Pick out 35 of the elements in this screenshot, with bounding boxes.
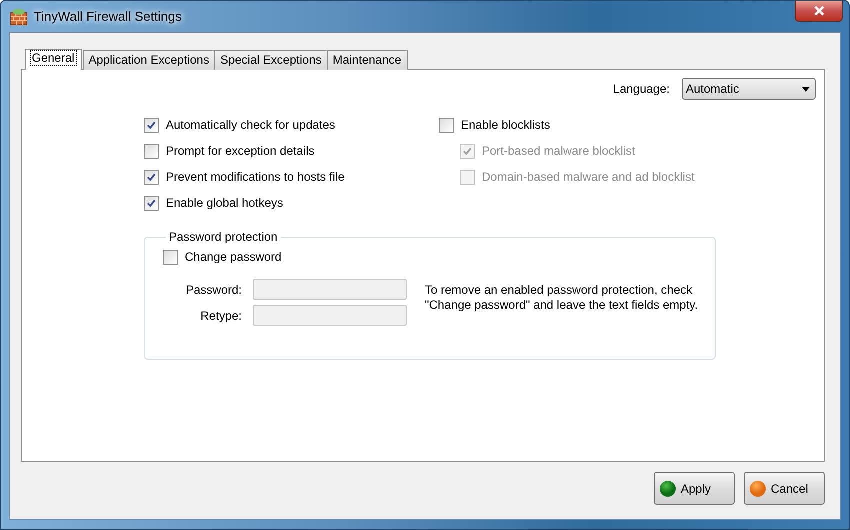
tab[interactable]: Special Exceptions [214,50,328,70]
dot-icon [749,480,767,498]
checkbox[interactable] [144,118,159,132]
checkbox-label[interactable]: Prompt for exception details [166,144,315,158]
checkbox-label[interactable]: Enable blocklists [461,118,550,132]
checkbox-label[interactable]: Change password [185,250,282,264]
check-icon [147,198,156,208]
checkbox[interactable] [439,118,454,132]
tab[interactable]: General [25,49,82,70]
checkbox-label[interactable]: Prevent modifications to hosts file [166,170,345,184]
check-icon [147,120,156,130]
checkbox-label[interactable]: Automatically check for updates [166,118,336,132]
checkbox-label[interactable]: Enable global hotkeys [166,196,284,210]
help-text: To remove an enabled password protection, check "Change password" and leave the text fields empty. [425,283,700,314]
brick-wall-icon [10,8,28,26]
tab[interactable]: Maintenance [326,50,408,70]
check-icon [147,172,156,182]
check-icon [463,146,472,156]
window-title: TinyWall Firewall Settings [34,9,182,24]
field-label: Password: [184,282,242,296]
checkbox[interactable] [144,144,159,158]
checkbox[interactable] [144,170,159,184]
language-dropdown[interactable]: Automatic [682,78,816,100]
apply-button[interactable]: Apply [654,472,735,505]
dropdown-arrow-icon [802,86,810,92]
cancel-button[interactable]: Cancel [744,472,825,505]
checkbox[interactable] [163,250,178,264]
tab[interactable]: Application Exceptions [82,50,216,70]
field-label: Retype: [200,308,242,322]
group-title: Password protection [168,230,279,244]
close-button[interactable] [795,1,843,22]
dot-icon [659,480,677,498]
close-icon [814,6,824,16]
checkbox[interactable] [144,196,159,210]
language-label: Language: [613,82,670,96]
